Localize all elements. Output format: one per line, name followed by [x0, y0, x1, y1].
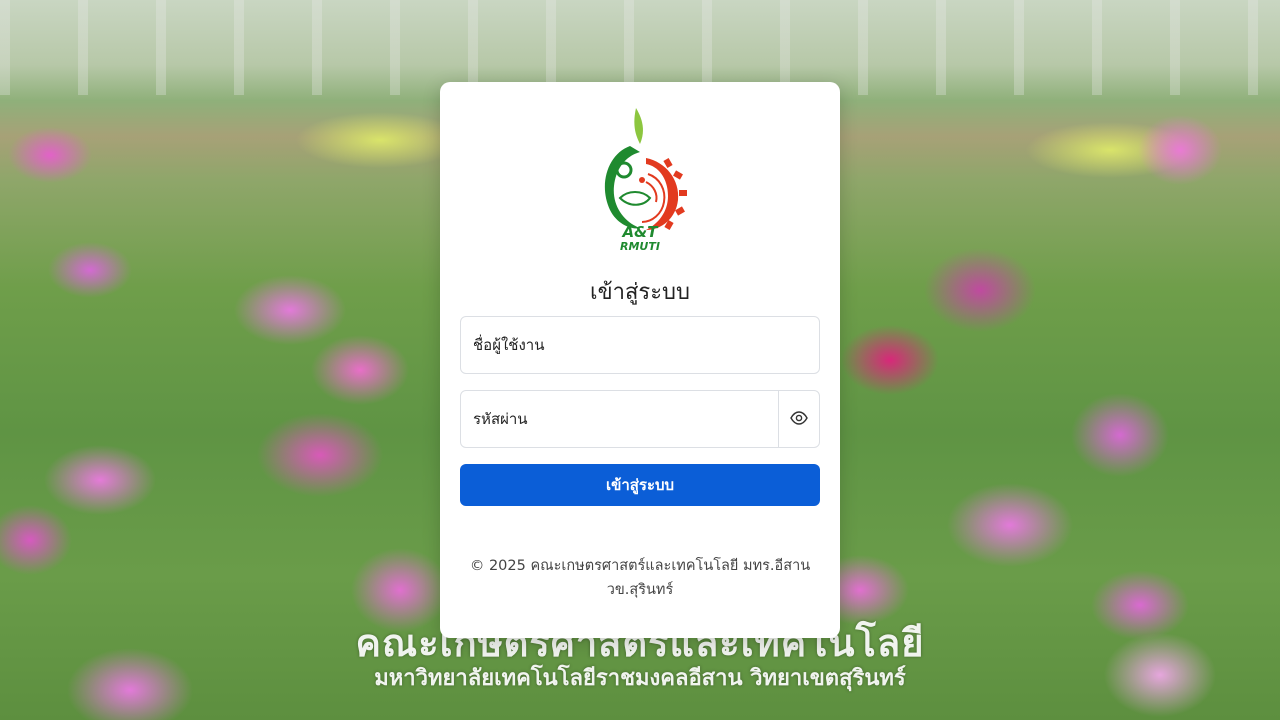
- username-input[interactable]: [473, 317, 773, 373]
- login-button[interactable]: เข้าสู่ระบบ: [460, 464, 820, 506]
- username-field-wrapper: [460, 316, 820, 374]
- logo-text-rmuti: RMUTI: [620, 240, 660, 252]
- footer-line-1: © 2025 คณะเกษตรศาสตร์และเทคโนโลยี มทร.อี…: [469, 558, 811, 574]
- login-button-label: เข้าสู่ระบบ: [605, 476, 675, 494]
- eye-icon: [790, 410, 808, 429]
- login-title: เข้าสู่ระบบ: [590, 280, 690, 305]
- login-card: A&T RMUTI เข้าสู่ระบบ เข้าสู่ระบบ © 2025…: [440, 82, 840, 638]
- password-input[interactable]: [473, 391, 773, 447]
- faculty-logo: A&T RMUTI: [590, 106, 690, 253]
- copyright-footer: © 2025 คณะเกษตรศาสตร์และเทคโนโลยี มทร.อี…: [460, 554, 820, 602]
- footer-line-2: วข.สุรินทร์: [606, 582, 674, 598]
- password-field-wrapper: [460, 390, 820, 448]
- logo-text-at: A&T: [622, 223, 660, 241]
- background-watermark-subtitle: มหาวิทยาลัยเทคโนโลยีราชมงคลอีสาน วิทยาเข…: [374, 666, 906, 691]
- toggle-password-button[interactable]: [778, 391, 819, 447]
